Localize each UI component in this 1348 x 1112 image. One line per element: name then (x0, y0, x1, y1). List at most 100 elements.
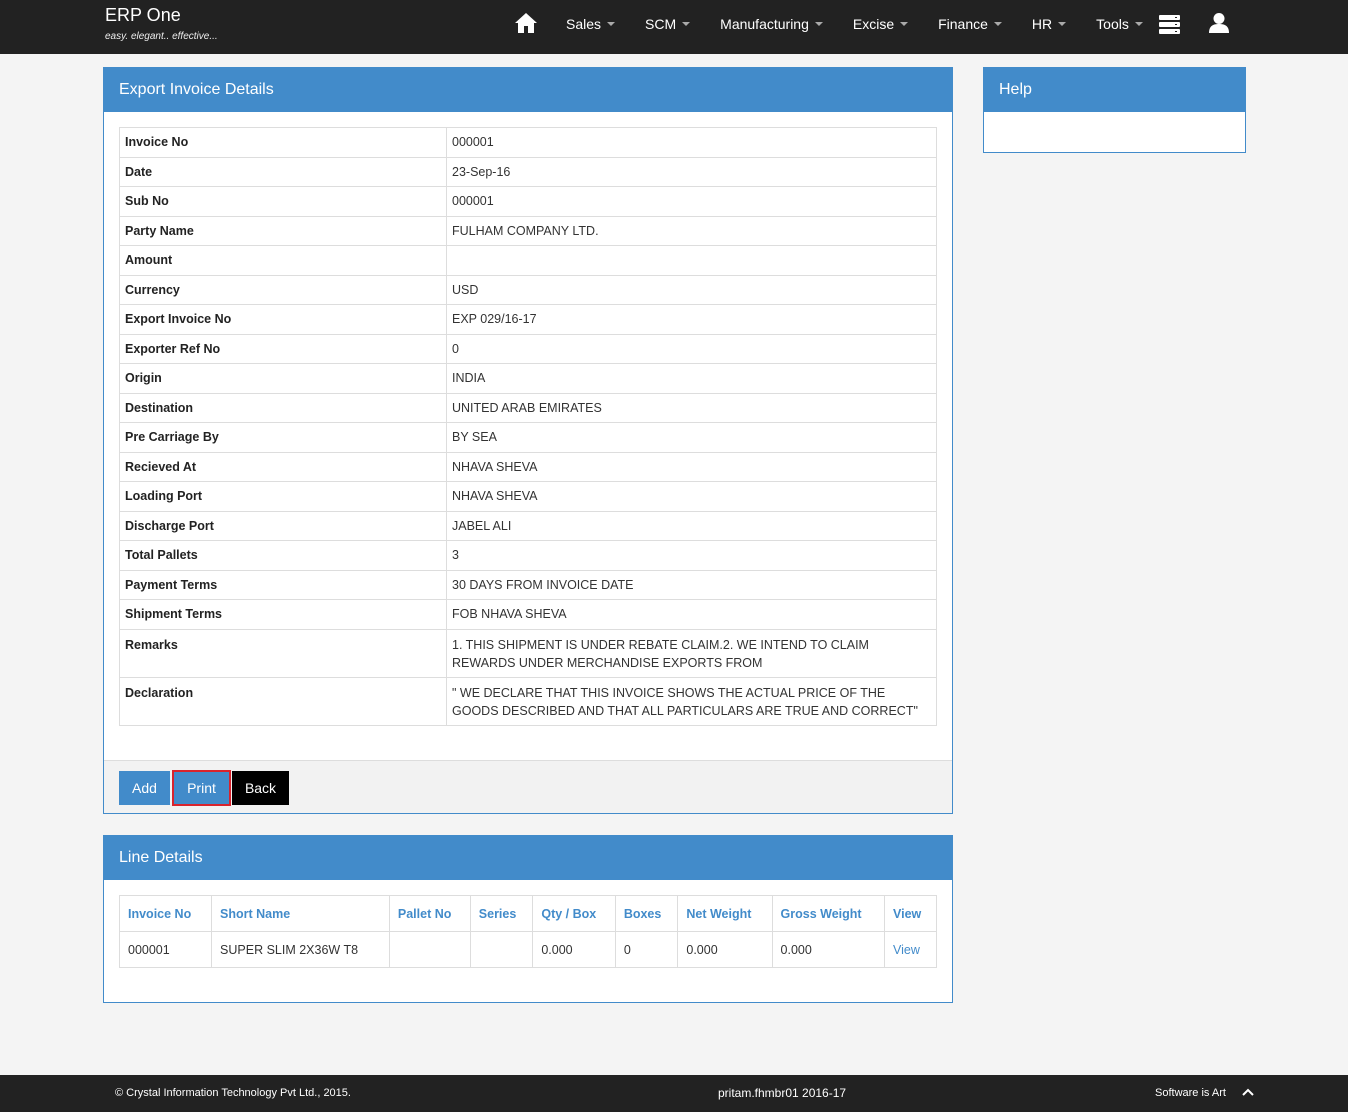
main-menu: Sales SCM Manufacturing Excise Finance H… (551, 0, 1158, 48)
field-label: Destination (119, 392, 447, 423)
field-value: JABEL ALI (446, 510, 937, 541)
column-header[interactable]: Gross Weight (771, 895, 886, 932)
caret-down-icon (900, 22, 909, 26)
app-title: ERP One (105, 5, 181, 25)
details-row: Remarks 1. THIS SHIPMENT IS UNDER REBATE … (119, 628, 937, 678)
nav-hr-label: HR (1031, 16, 1053, 32)
caret-down-icon (1058, 22, 1067, 26)
field-label: Discharge Port (119, 510, 447, 541)
line-details-table: Invoice No Short Name Pallet No Series Qty /… (118, 895, 937, 968)
field-value: FOB NHAVA SHEVA (446, 599, 937, 630)
details-row: Origin INDIA (119, 363, 937, 394)
table-cell (388, 931, 471, 968)
field-label: Invoice No (119, 127, 447, 158)
column-header[interactable]: Series (469, 895, 534, 932)
details-row: Discharge Port JABEL ALI (119, 510, 937, 541)
field-value: 000001 (446, 186, 937, 217)
column-header[interactable]: Boxes (614, 895, 679, 932)
field-value: NHAVA SHEVA (446, 481, 937, 512)
field-value: NHAVA SHEVA (446, 451, 937, 482)
panel-footer: Add Print Back (104, 760, 952, 813)
column-header[interactable]: Short Name (211, 895, 390, 932)
nav-excise-label: Excise (852, 16, 895, 32)
details-row: Date 23-Sep-16 (119, 156, 937, 187)
table-cell: View (884, 931, 937, 968)
export-invoice-details-panel: Export Invoice Details Invoice No 000001 D… (103, 67, 953, 814)
details-row: Total Pallets 3 (119, 540, 937, 571)
field-value: 3 (446, 540, 937, 571)
field-value: INDIA (446, 363, 937, 394)
back-button[interactable]: Back (232, 771, 289, 805)
field-label: Payment Terms (119, 569, 447, 600)
column-header[interactable]: Net Weight (677, 895, 773, 932)
table-row: 000001 SUPER SLIM 2X36W T8 0.000 0 0.000 0.00… (118, 931, 937, 968)
field-label: Pre Carriage By (119, 422, 447, 453)
field-label: Sub No (119, 186, 447, 217)
field-value: EXP 029/16-17 (446, 304, 937, 335)
field-value: 23-Sep-16 (446, 156, 937, 187)
nav-excise[interactable]: Excise (838, 0, 923, 48)
column-header[interactable]: Invoice No (118, 895, 213, 932)
add-button[interactable]: Add (119, 771, 170, 805)
chevron-up-icon[interactable] (1242, 1087, 1254, 1097)
session-info: pritam.fhmbr01 2016-17 (718, 1086, 847, 1100)
nav-finance[interactable]: Finance (923, 0, 1017, 48)
view-link[interactable]: View (893, 943, 920, 957)
table-cell: 0 (614, 931, 679, 968)
nav-scm[interactable]: SCM (630, 0, 705, 48)
top-navbar: ERP One easy. elegant.. effective... Sal… (0, 0, 1348, 54)
print-button[interactable]: Print (172, 770, 231, 806)
field-label: Loading Port (119, 481, 447, 512)
server-stack-icon[interactable] (1159, 15, 1180, 34)
footer-slogan: Software is Art (1155, 1087, 1226, 1099)
field-value: 000001 (446, 127, 937, 158)
details-row: Amount (119, 245, 937, 276)
field-value: FULHAM COMPANY LTD. (446, 215, 937, 246)
details-row: Loading Port NHAVA SHEVA (119, 481, 937, 512)
user-icon[interactable] (1208, 12, 1230, 34)
nav-manufacturing[interactable]: Manufacturing (705, 0, 838, 48)
field-value: 1. THIS SHIPMENT IS UNDER REBATE CLAIM.2… (446, 628, 937, 678)
field-value: 0 (446, 333, 937, 364)
nav-manufacturing-label: Manufacturing (720, 16, 809, 32)
copyright-text: © Crystal Information Technology Pvt Ltd… (115, 1087, 351, 1099)
table-cell: 0.000 (677, 931, 773, 968)
field-label: Total Pallets (119, 540, 447, 571)
details-row: Currency USD (119, 274, 937, 305)
nav-sales[interactable]: Sales (551, 0, 630, 48)
panel-title: Export Invoice Details (104, 68, 952, 112)
details-row: Shipment Terms FOB NHAVA SHEVA (119, 599, 937, 630)
field-label: Declaration (119, 676, 447, 726)
app-tagline: easy. elegant.. effective... (105, 31, 218, 42)
caret-down-icon (682, 22, 691, 26)
nav-tools-label: Tools (1096, 16, 1129, 32)
details-row: Pre Carriage By BY SEA (119, 422, 937, 453)
column-header[interactable]: View (884, 895, 937, 932)
help-panel: Help (983, 67, 1246, 153)
details-row: Destination UNITED ARAB EMIRATES (119, 392, 937, 423)
details-row: Recieved At NHAVA SHEVA (119, 451, 937, 482)
details-row: Sub No 000001 (119, 186, 937, 217)
home-icon[interactable] (514, 11, 538, 35)
details-row: Invoice No 000001 (119, 127, 937, 158)
field-label: Party Name (119, 215, 447, 246)
column-header[interactable]: Qty / Box (532, 895, 616, 932)
caret-down-icon (1134, 22, 1143, 26)
field-label: Exporter Ref No (119, 333, 447, 364)
column-header[interactable]: Pallet No (388, 895, 471, 932)
field-value: " WE DECLARE THAT THIS INVOICE SHOWS THE… (446, 676, 937, 726)
table-cell (469, 931, 534, 968)
field-label: Shipment Terms (119, 599, 447, 630)
field-label: Export Invoice No (119, 304, 447, 335)
field-value: UNITED ARAB EMIRATES (446, 392, 937, 423)
table-cell: SUPER SLIM 2X36W T8 (211, 931, 390, 968)
field-value (446, 245, 937, 276)
field-value: USD (446, 274, 937, 305)
nav-finance-label: Finance (938, 16, 988, 32)
nav-tools[interactable]: Tools (1081, 0, 1158, 48)
nav-hr[interactable]: HR (1017, 0, 1081, 48)
brand[interactable]: ERP One easy. elegant.. effective... (105, 5, 218, 42)
field-label: Recieved At (119, 451, 447, 482)
help-title: Help (984, 68, 1245, 112)
details-row: Exporter Ref No 0 (119, 333, 937, 364)
